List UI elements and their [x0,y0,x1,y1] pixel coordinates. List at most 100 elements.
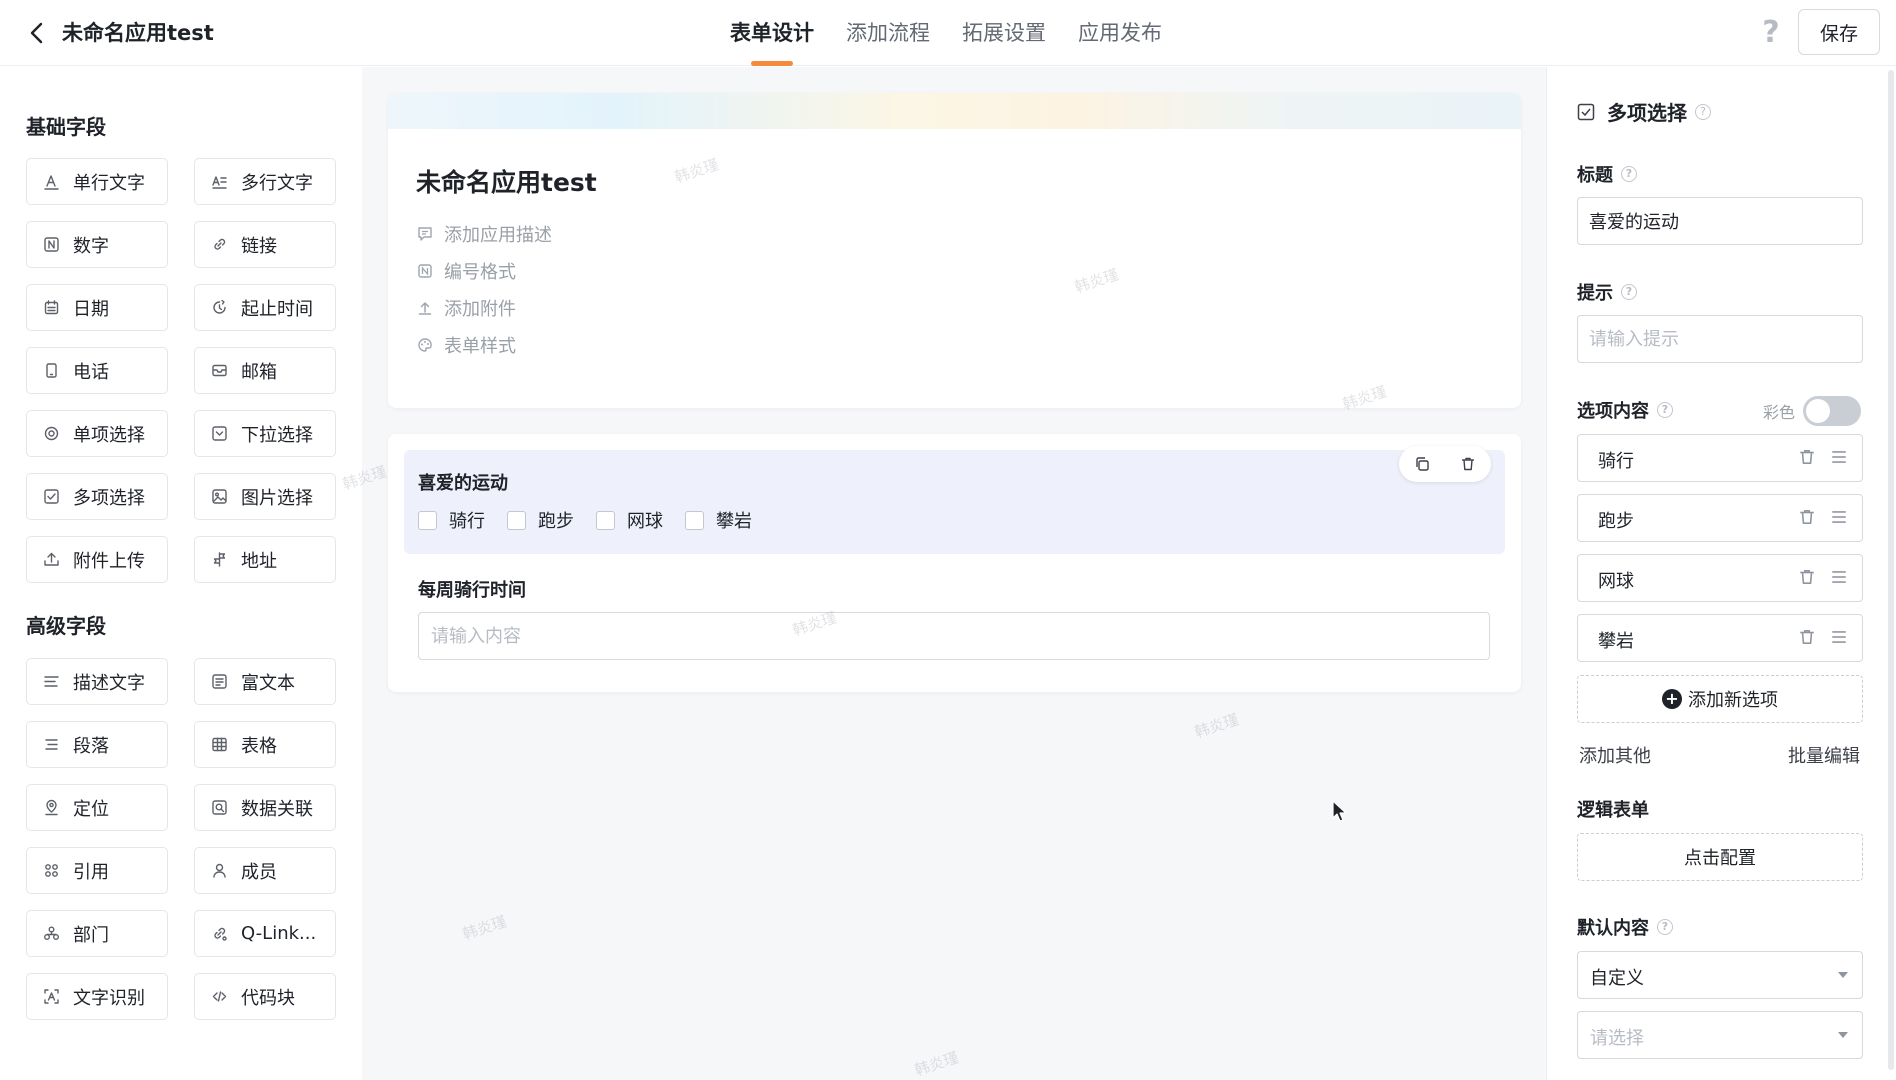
field-button-radio[interactable]: 单项选择 [26,410,168,457]
field-button-image[interactable]: 图片选择 [194,473,336,520]
field-button-address[interactable]: 地址 [194,536,336,583]
field-button-data-link[interactable]: 数据关联 [194,784,336,831]
calendar-icon [41,298,61,318]
field-button-number[interactable]: 数字 [26,221,168,268]
drag-handle-icon[interactable] [1830,568,1850,588]
tab-extension-settings[interactable]: 拓展设置 [962,0,1046,66]
field-button-label: 下拉选择 [241,424,313,446]
title-input[interactable] [1577,197,1863,245]
checkbox-option[interactable]: 攀岩 [685,507,752,533]
checkbox-option[interactable]: 骑行 [418,507,485,533]
option-text[interactable]: 跑步 [1598,507,1634,533]
checkbox[interactable] [685,510,704,530]
field-button-label: 代码块 [241,987,295,1009]
configure-button[interactable]: 点击配置 [1577,833,1863,881]
field-button-label: 成员 [241,861,277,883]
default-value-select[interactable]: 请选择 [1577,1011,1863,1059]
favorite-sports-label: 喜爱的运动 [418,473,508,494]
field-button-link[interactable]: 链接 [194,221,336,268]
field-button-table[interactable]: 表格 [194,721,336,768]
properties-header: 多项选择 ? [1577,97,1711,126]
option-row[interactable]: 网球 [1577,554,1863,602]
field-button-phone[interactable]: 电话 [26,347,168,394]
color-switch[interactable] [1803,396,1862,426]
drag-handle-icon[interactable] [1830,508,1850,528]
question-circle-icon[interactable]: ? [1657,919,1673,935]
field-button-member[interactable]: 成员 [194,847,336,894]
add-description-link[interactable]: 添加应用描述 [416,221,552,247]
field-button-dropdown[interactable]: 下拉选择 [194,410,336,457]
tab-app-publish[interactable]: 应用发布 [1078,0,1162,66]
trash-icon[interactable] [1798,448,1818,468]
image-icon [209,487,229,507]
option-text[interactable]: 网球 [1598,567,1634,593]
tab-add-process[interactable]: 添加流程 [846,0,930,66]
trash-icon[interactable] [1798,628,1818,648]
advanced-fields-grid: 描述文字 富文本 段落 表格 定位 数据关联 引用 成员部门 Q-Link... 文字识别 代码块 [26,658,336,1020]
add-attachment-link[interactable]: 添加附件 [416,295,516,321]
option-row[interactable]: 攀岩 [1577,614,1863,662]
field-button-mail[interactable]: 邮箱 [194,347,336,394]
table-icon [209,735,229,755]
help-icon[interactable]: ? [1756,16,1786,50]
field-button-department[interactable]: 部门 [26,910,168,957]
field-button-upload[interactable]: 附件上传 [26,536,168,583]
default-type-select[interactable]: 自定义 [1577,951,1863,999]
field-button-paragraph[interactable]: 段落 [26,721,168,768]
option-row[interactable]: 骑行 [1577,434,1863,482]
field-button-label: Q-Link... [241,923,317,944]
field-button-single-line-text[interactable]: 单行文字 [26,158,168,205]
checkbox-option[interactable]: 网球 [596,507,663,533]
plus-circle-icon: + [1662,689,1682,709]
delete-icon[interactable] [1455,451,1481,477]
batch-edit-link[interactable]: 批量编辑 [1788,742,1860,768]
trash-icon[interactable] [1798,568,1818,588]
drag-handle-icon[interactable] [1830,448,1850,468]
question-circle-icon[interactable]: ? [1621,284,1637,300]
number-format-link[interactable]: 编号格式 [416,258,516,284]
save-button[interactable]: 保存 [1798,9,1880,55]
copy-icon[interactable] [1409,451,1435,477]
field-button-time-range[interactable]: 起止时间 [194,284,336,331]
field-button-ocr[interactable]: 文字识别 [26,973,168,1020]
field-button-reference[interactable]: 引用 [26,847,168,894]
tab-form-design[interactable]: 表单设计 [730,0,814,66]
trash-icon[interactable] [1798,508,1818,528]
favorite-sports-field[interactable]: 喜爱的运动 骑行 跑步 网球 攀岩 [404,446,1505,554]
question-circle-icon[interactable]: ? [1657,402,1673,418]
question-circle-icon[interactable]: ? [1621,166,1637,182]
switch-knob [1806,399,1831,423]
option-text[interactable]: 骑行 [1598,447,1634,473]
field-button-label: 日期 [73,298,109,320]
drag-handle-icon[interactable] [1830,628,1850,648]
field-button-checkbox[interactable]: 多项选择 [26,473,168,520]
question-circle-icon[interactable]: ? [1695,103,1711,120]
checkbox-option[interactable]: 跑步 [507,507,574,533]
hint-input[interactable] [1577,315,1863,363]
field-button-calendar[interactable]: 日期 [26,284,168,331]
option-text[interactable]: 攀岩 [1598,627,1634,653]
back-button[interactable] [22,18,52,48]
single-line-text-icon [41,172,61,192]
field-button-multi-line-text[interactable]: 多行文字 [194,158,336,205]
field-button-label: 图片选择 [241,487,313,509]
checkbox[interactable] [596,510,615,530]
weekly-cycling-input[interactable] [418,612,1490,660]
form-style-link[interactable]: 表单样式 [416,332,516,358]
field-button-rich-text[interactable]: 富文本 [194,658,336,705]
field-button-q-link[interactable]: Q-Link... [194,910,336,957]
field-button-label: 单行文字 [73,172,145,194]
field-button-location[interactable]: 定位 [26,784,168,831]
hint-label: 提示 ? [1577,279,1637,305]
add-description-label: 添加应用描述 [444,225,552,246]
field-button-description[interactable]: 描述文字 [26,658,168,705]
field-button-code[interactable]: 代码块 [194,973,336,1020]
checkbox[interactable] [418,510,437,530]
scrollbar[interactable] [1888,70,1894,1070]
field-button-label: 文字识别 [73,987,145,1009]
add-option-button[interactable]: + 添加新选项 [1577,675,1863,723]
form-title[interactable]: 未命名应用test [416,163,597,199]
checkbox[interactable] [507,510,526,530]
add-other-link[interactable]: 添加其他 [1579,742,1651,768]
option-row[interactable]: 跑步 [1577,494,1863,542]
